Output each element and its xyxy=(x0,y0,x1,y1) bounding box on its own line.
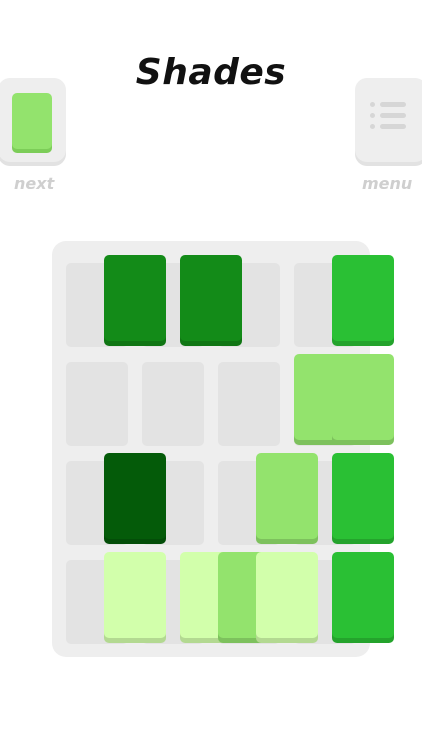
shade-tile xyxy=(104,552,166,638)
next-tile xyxy=(12,93,52,149)
shade-tile xyxy=(332,453,394,539)
game-board[interactable] xyxy=(52,241,394,657)
shade-tile xyxy=(104,255,166,341)
shade-tile xyxy=(180,255,242,341)
shade-tile xyxy=(256,552,318,638)
next-label: next xyxy=(14,174,55,193)
list-icon xyxy=(370,102,410,138)
menu-button[interactable] xyxy=(355,78,422,162)
shade-tile xyxy=(256,453,318,539)
shade-tile xyxy=(332,354,394,440)
shade-tile xyxy=(332,255,394,341)
shade-tile xyxy=(104,453,166,539)
shade-tile xyxy=(332,552,394,638)
menu-label: menu xyxy=(362,174,413,193)
board-cell[interactable] xyxy=(66,362,128,446)
next-tile-preview[interactable] xyxy=(0,78,66,162)
board-cell[interactable] xyxy=(142,362,204,446)
board-cell[interactable] xyxy=(218,362,280,446)
